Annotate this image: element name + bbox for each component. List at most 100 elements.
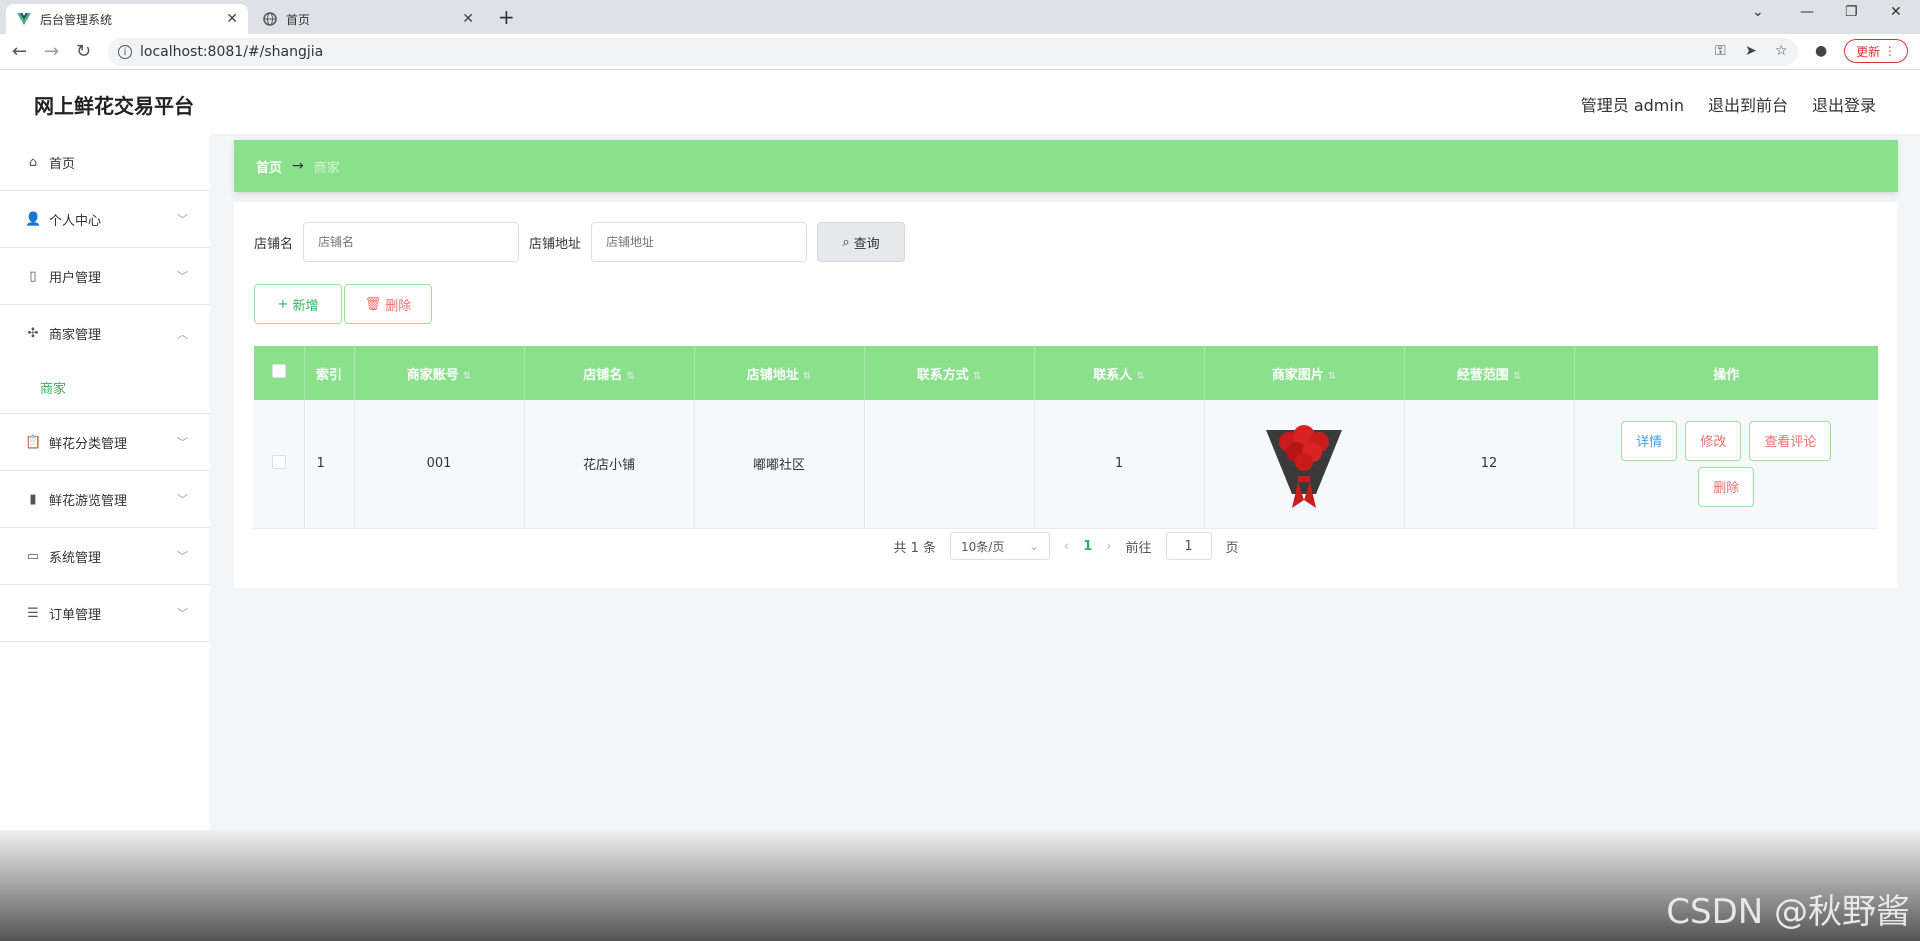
search-icon: ⌕ xyxy=(842,234,850,250)
select-all-cell[interactable] xyxy=(254,346,305,400)
sidebar-item-label: 商家管理 xyxy=(49,328,102,343)
current-user: 管理员 admin xyxy=(1580,96,1684,115)
profile-icon[interactable]: ● xyxy=(1815,43,1827,59)
cell-shop-name: 花店小铺 xyxy=(524,400,695,529)
action-buttons: + 新增 🗑 删除 xyxy=(254,284,432,324)
column-header-label: 店铺地址 xyxy=(746,367,799,383)
tab-home[interactable]: 首页 ✕ xyxy=(252,4,484,34)
query-button[interactable]: ⌕ 查询 xyxy=(817,222,906,262)
address-label: 店铺地址 xyxy=(529,236,582,252)
select-all-checkbox[interactable] xyxy=(271,364,286,378)
close-icon[interactable]: ✕ xyxy=(462,11,474,27)
row-delete-button[interactable]: 删除 xyxy=(1698,466,1755,507)
column-header: 操作 xyxy=(1574,346,1878,400)
row-checkbox[interactable] xyxy=(271,454,286,469)
shop-name-label: 店铺名 xyxy=(254,236,294,252)
star-icon[interactable]: ☆ xyxy=(1775,43,1788,59)
sidebar-item-merchants[interactable]: ✣ 商家管理 ︿ xyxy=(0,305,210,362)
column-header[interactable]: 联系人 ⇅ xyxy=(1034,346,1205,400)
cell-scope: 12 xyxy=(1404,400,1575,529)
sort-icon[interactable]: ⇅ xyxy=(973,371,981,382)
logout-link[interactable]: 退出登录 xyxy=(1812,92,1876,116)
detail-button[interactable]: 详情 xyxy=(1621,420,1678,461)
browser-toolbar: ← → ↻ i localhost:8081/#/shangjia ⚿ ➤ ☆ … xyxy=(0,34,1920,70)
chevron-down-icon: ⌄ xyxy=(1028,539,1040,553)
chevron-down-icon: ﹀ xyxy=(177,213,188,226)
column-header[interactable]: 商家账号 ⇅ xyxy=(354,346,525,400)
minimize-icon[interactable]: — xyxy=(1800,4,1814,20)
tab-title: 后台管理系统 xyxy=(40,12,113,27)
sidebar-item-label: 用户管理 xyxy=(49,270,102,286)
sort-icon[interactable]: ⇅ xyxy=(1513,371,1521,382)
content-card: 店铺名 店铺地址 ⌕ 查询 + 新增 🗑 删除 索引 xyxy=(234,202,1898,588)
sidebar-item-home[interactable]: ⌂ 首页 xyxy=(0,134,210,191)
column-header[interactable]: 经营范围 ⇅ xyxy=(1404,346,1575,400)
row-select-cell[interactable] xyxy=(254,400,305,529)
sidebar-item-label: 个人中心 xyxy=(49,213,102,229)
tab-admin[interactable]: 后台管理系统 ✕ xyxy=(6,4,248,34)
view-comments-button[interactable]: 查看评论 xyxy=(1749,420,1832,461)
chevron-down-icon[interactable]: ⌄ xyxy=(1752,4,1764,20)
column-header[interactable]: 联系方式 ⇅ xyxy=(864,346,1035,400)
forward-icon[interactable]: → xyxy=(44,41,59,62)
shop-name-input[interactable] xyxy=(303,222,520,262)
add-button[interactable]: + 新增 xyxy=(254,284,342,324)
back-icon[interactable]: ← xyxy=(12,41,27,62)
cell-index: 1 xyxy=(304,400,355,529)
bouquet-image[interactable] xyxy=(1254,412,1354,512)
column-header-label: 商家账号 xyxy=(406,367,459,383)
column-header[interactable]: 店铺名 ⇅ xyxy=(524,346,695,400)
update-button[interactable]: 更新 ⋮ xyxy=(1844,39,1908,63)
breadcrumb: 首页 → 商家 xyxy=(234,140,1898,192)
page-size-select[interactable]: 10条/页 ⌄ xyxy=(950,532,1051,560)
sidebar-subitem-merchant[interactable]: 商家 xyxy=(0,362,210,414)
sidebar-item-system[interactable]: ▭ 系统管理 ﹀ xyxy=(0,528,210,585)
column-header[interactable]: 商家图片 ⇅ xyxy=(1204,346,1405,400)
close-window-icon[interactable]: ✕ xyxy=(1890,4,1902,20)
monitor-icon: ▭ xyxy=(26,548,40,564)
merchant-table: 索引 商家账号 ⇅ 店铺名 ⇅ 店铺地址 ⇅ 联系方式 ⇅ 联系人 ⇅ 商家图片 ⇅ 经营范… xyxy=(254,346,1878,529)
exit-to-front-link[interactable]: 退出到前台 xyxy=(1708,92,1788,116)
prev-page-icon[interactable]: ‹ xyxy=(1064,539,1069,554)
edit-button[interactable]: 修改 xyxy=(1685,420,1742,461)
key-icon[interactable]: ⚿ xyxy=(1715,43,1726,59)
url-text: localhost:8081/#/shangjia xyxy=(140,44,324,60)
address-input[interactable] xyxy=(591,222,808,262)
vue-logo-icon xyxy=(16,11,32,27)
batch-delete-button[interactable]: 🗑 删除 xyxy=(344,284,432,324)
table-header-row: 索引 商家账号 ⇅ 店铺名 ⇅ 店铺地址 ⇅ 联系方式 ⇅ 联系人 ⇅ 商家图片 ⇅ 经营范… xyxy=(254,346,1878,400)
goto-page-input[interactable]: 1 xyxy=(1165,532,1212,560)
chevron-down-icon: ﹀ xyxy=(177,550,188,563)
user-icon: 👤 xyxy=(25,211,42,227)
sort-icon[interactable]: ⇅ xyxy=(463,371,471,382)
sidebar-item-profile[interactable]: 👤 个人中心 ﹀ xyxy=(0,191,210,248)
close-icon[interactable]: ✕ xyxy=(226,11,238,27)
address-bar[interactable]: i localhost:8081/#/shangjia xyxy=(108,38,1798,66)
sidebar-item-flower-browse[interactable]: ▮ 鲜花游览管理 ﹀ xyxy=(0,471,210,528)
cell-merchant-image xyxy=(1204,400,1405,529)
breadcrumb-home[interactable]: 首页 xyxy=(256,157,282,176)
restore-icon[interactable]: ❐ xyxy=(1845,4,1858,20)
new-tab-button[interactable]: + xyxy=(498,5,515,29)
globe-icon xyxy=(262,11,278,27)
page-number[interactable]: 1 xyxy=(1083,539,1092,554)
send-icon[interactable]: ➤ xyxy=(1745,43,1757,59)
sort-icon[interactable]: ⇅ xyxy=(803,371,811,382)
reload-icon[interactable]: ↻ xyxy=(76,41,91,62)
pagination: 共 1 条 10条/页 ⌄ ‹ 1 › 前往 1 页 xyxy=(234,532,1898,560)
browser-tabbar: 后台管理系统 ✕ 首页 ✕ + ⌄ — ❐ ✕ xyxy=(0,0,1920,34)
column-header[interactable]: 店铺地址 ⇅ xyxy=(694,346,865,400)
sort-icon[interactable]: ⇅ xyxy=(1136,371,1144,382)
sidebar-item-users[interactable]: ▯ 用户管理 ﹀ xyxy=(0,248,210,305)
chevron-down-icon: ﹀ xyxy=(177,607,188,620)
column-header-label: 经营范围 xyxy=(1456,367,1509,383)
sidebar-item-flower-category[interactable]: 📋 鲜花分类管理 ﹀ xyxy=(0,414,210,471)
sort-icon[interactable]: ⇅ xyxy=(626,371,634,382)
sidebar: ⌂ 首页 👤 个人中心 ﹀ ▯ 用户管理 ﹀ ✣ 商家管理 ︿ 商家 📋 鲜花分… xyxy=(0,134,210,834)
sort-icon[interactable]: ⇅ xyxy=(1328,371,1336,382)
info-icon[interactable]: i xyxy=(118,45,132,59)
next-page-icon[interactable]: › xyxy=(1106,539,1111,554)
total-count: 共 1 条 xyxy=(893,540,937,556)
header-actions: 管理员 admin 退出到前台 退出登录 xyxy=(1581,92,1876,116)
sidebar-item-orders[interactable]: ☰ 订单管理 ﹀ xyxy=(0,585,210,642)
